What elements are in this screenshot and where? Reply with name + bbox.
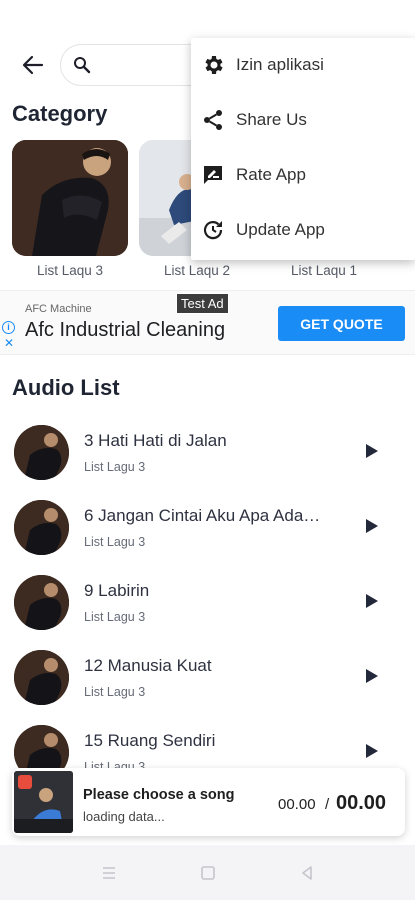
ad-sponsor: AFC Machine: [25, 303, 92, 315]
ad-close-icon[interactable]: ✕: [4, 336, 14, 350]
menu-item-rate-app[interactable]: Rate App: [191, 148, 415, 203]
list-item[interactable]: 12 Manusia Kuat List Lagu 3: [0, 640, 415, 715]
play-icon[interactable]: [366, 594, 378, 608]
mini-player[interactable]: Please choose a song loading data... 00.…: [12, 768, 405, 836]
category-label: List Laqu 3: [36, 263, 104, 278]
duration: 00.00: [336, 792, 387, 814]
overflow-menu: Izin aplikasi Share Us Rate App Update A…: [191, 38, 415, 260]
rate-icon: [204, 166, 222, 184]
back-nav-button[interactable]: [297, 863, 317, 883]
list-item[interactable]: 6 Jangan Cintai Aku Apa Adanya List Lagu…: [0, 490, 415, 565]
player-title: Please choose a song: [83, 787, 235, 803]
song-title: 15 Ruang Sendiri: [84, 731, 216, 750]
audio-list: 3 Hati Hati di Jalan List Lagu 3 6 Janga…: [0, 415, 415, 775]
song-subtitle: List Lagu 3: [84, 610, 146, 624]
menu-item-label: Izin aplikasi: [236, 55, 324, 74]
avatar: [14, 500, 69, 555]
test-ad-badge: Test Ad: [176, 293, 229, 314]
search-icon: [74, 57, 91, 74]
player-artwork: [14, 771, 73, 833]
category-label: List Laqu 1: [290, 263, 358, 278]
list-item[interactable]: 9 Labirin List Lagu 3: [0, 565, 415, 640]
ad-banner[interactable]: i ✕ AFC Machine Afc Industrial Cleaning …: [0, 290, 415, 355]
play-icon[interactable]: [366, 444, 378, 458]
song-subtitle: List Lagu 3: [84, 460, 146, 474]
update-icon: [203, 221, 223, 240]
avatar: [14, 575, 69, 630]
category-title: Category: [12, 101, 108, 126]
system-nav-bar: [0, 845, 415, 900]
player-status: loading data...: [83, 809, 165, 824]
menu-item-label: Rate App: [236, 165, 306, 184]
menu-item-share-us[interactable]: Share Us: [191, 93, 415, 148]
menu-item-izin-aplikasi[interactable]: Izin aplikasi: [191, 38, 415, 93]
avatar: [14, 650, 69, 705]
time-separator: /: [325, 796, 330, 813]
current-time: 00.00: [278, 796, 316, 813]
menu-item-update-app[interactable]: Update App: [191, 203, 415, 258]
song-title: 9 Labirin: [84, 581, 150, 600]
play-icon[interactable]: [366, 519, 378, 533]
song-title: 3 Hati Hati di Jalan: [84, 431, 227, 450]
gear-icon: [205, 56, 223, 74]
audio-list-title: Audio List: [12, 375, 120, 400]
share-icon: [204, 110, 222, 130]
menu-item-label: Update App: [236, 220, 325, 239]
song-title: 6 Jangan Cintai Aku Apa Adanya: [84, 506, 329, 525]
category-item[interactable]: List Laqu 3: [12, 140, 128, 278]
list-item[interactable]: 3 Hati Hati di Jalan List Lagu 3: [0, 415, 415, 490]
avatar: [14, 425, 69, 480]
song-subtitle: List Lagu 3: [84, 685, 146, 699]
menu-nav-button[interactable]: [99, 863, 119, 883]
ad-info-icon[interactable]: i: [2, 321, 15, 334]
home-nav-button[interactable]: [198, 863, 218, 883]
triangle-back-icon: [302, 866, 312, 880]
play-icon[interactable]: [366, 744, 378, 758]
back-button[interactable]: [16, 50, 50, 80]
category-label: List Laqu 2: [163, 263, 231, 278]
list-item[interactable]: 15 Ruang Sendiri List Lagu 3: [0, 715, 415, 775]
song-subtitle: List Lagu 3: [84, 535, 146, 549]
get-quote-button[interactable]: GET QUOTE: [278, 306, 405, 341]
square-icon: [201, 866, 215, 880]
song-title: 12 Manusia Kuat: [84, 656, 212, 675]
category-thumbnail: [12, 140, 128, 256]
hamburger-icon: [103, 867, 115, 879]
ad-headline[interactable]: Afc Industrial Cleaning: [25, 319, 225, 342]
arrow-left-icon: [22, 55, 44, 75]
menu-item-label: Share Us: [236, 110, 307, 129]
play-icon[interactable]: [366, 669, 378, 683]
